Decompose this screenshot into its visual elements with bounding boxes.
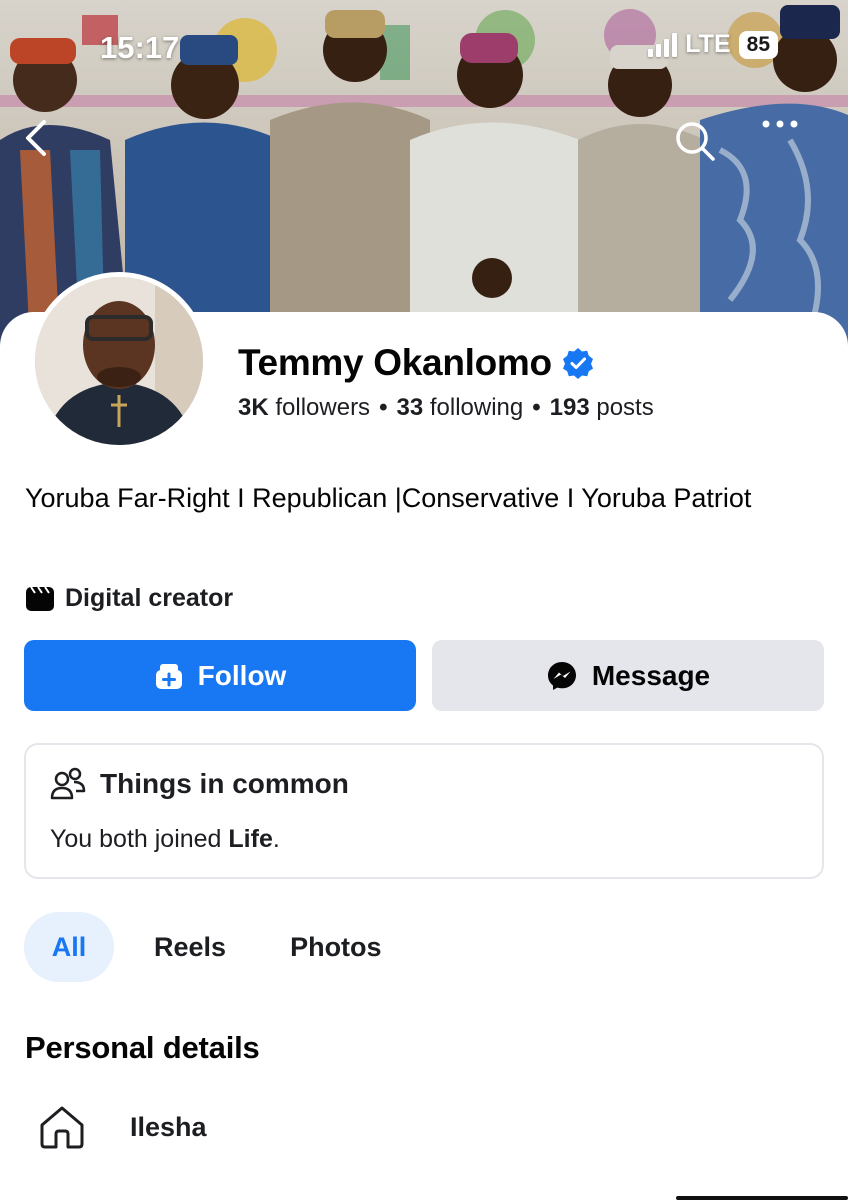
search-icon (676, 122, 715, 161)
common-group-name: Life (228, 825, 273, 853)
tab-all[interactable]: All (24, 912, 114, 982)
signal-strength-icon (648, 32, 678, 57)
profile-stats: 3K followers • 33 following • 193 posts (238, 394, 654, 422)
home-icon (40, 1106, 84, 1149)
profile-bio: Yoruba Far-Right I Republican |Conservat… (25, 483, 752, 513)
add-friend-icon (155, 663, 182, 689)
profile-tabs: All Reels Photos (24, 912, 382, 982)
profile-name-text: Temmy Okanlomo (238, 342, 552, 383)
stats-separator: • (379, 394, 388, 421)
follow-label: Follow (197, 659, 287, 691)
profile-category: Digital creator (25, 584, 233, 613)
more-horizontal-icon (762, 120, 798, 128)
search-button[interactable] (672, 118, 728, 174)
status-indicators: LTE 85 (648, 30, 778, 59)
profile-name: Temmy Okanlomo (238, 342, 594, 384)
things-in-common-text: You both joined Life. (50, 825, 280, 853)
clapperboard-icon (26, 585, 54, 611)
avatar-image (35, 277, 203, 445)
message-button[interactable]: Message (432, 640, 824, 711)
detail-row-hometown: Ilesha (38, 1104, 207, 1150)
battery-level: 85 (738, 30, 778, 59)
personal-details-title: Personal details (25, 1030, 260, 1065)
network-type: LTE (685, 30, 731, 58)
avatar[interactable] (30, 272, 208, 450)
message-label: Message (591, 659, 711, 691)
people-icon (50, 767, 86, 800)
posts-stat[interactable]: 193 posts (550, 394, 654, 422)
back-button[interactable] (20, 118, 76, 174)
status-time: 15:17 (100, 30, 180, 65)
tab-photos[interactable]: Photos (290, 912, 382, 982)
messenger-icon (547, 661, 576, 690)
things-in-common-card[interactable]: Things in common You both joined Life. (24, 743, 824, 879)
tab-reels[interactable]: Reels (154, 912, 226, 982)
following-stat[interactable]: 33 following (396, 394, 523, 422)
follow-button[interactable]: Follow (24, 640, 416, 711)
home-indicator (676, 1196, 848, 1200)
more-options-button[interactable] (760, 118, 816, 174)
category-label: Digital creator (65, 584, 234, 612)
things-in-common-header: Things in common (50, 767, 349, 801)
stats-separator: • (532, 394, 541, 421)
verified-badge-icon (562, 348, 593, 379)
detail-text: Ilesha (130, 1111, 207, 1142)
things-in-common-title: Things in common (100, 768, 349, 799)
profile-screen: 15:17 LTE 85 Temmy Okanlomo 3K followers… (0, 0, 848, 1200)
followers-stat[interactable]: 3K followers (238, 394, 370, 422)
back-arrow-icon (26, 120, 46, 156)
